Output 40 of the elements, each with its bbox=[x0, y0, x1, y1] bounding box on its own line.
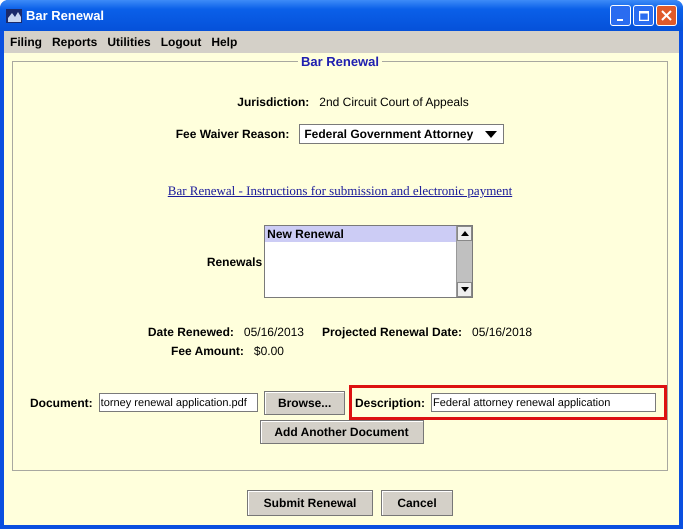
field-label: Date Renewed: bbox=[148, 325, 234, 339]
list-item[interactable]: New Renewal bbox=[265, 226, 456, 242]
dialog-button[interactable]: Submit Renewal bbox=[247, 490, 373, 516]
scroll-bar[interactable] bbox=[456, 226, 472, 297]
fee-waiver-dropdown[interactable]: Federal Government Attorney bbox=[299, 124, 504, 144]
field-value: 2nd Circuit Court of Appeals bbox=[319, 95, 469, 109]
instructions-link[interactable]: Bar Renewal - Instructions for submission and electronic payment bbox=[168, 183, 512, 199]
field-label: Renewals bbox=[206, 254, 262, 268]
field-value: 05/16/2018 bbox=[472, 325, 532, 339]
browse-button[interactable]: Browse... bbox=[264, 390, 345, 414]
down-arrow-icon bbox=[460, 287, 469, 292]
renewals-list[interactable]: New Renewal bbox=[264, 225, 474, 298]
close-button[interactable] bbox=[656, 5, 677, 26]
field-value: $0.00 bbox=[254, 344, 284, 358]
maximize-button[interactable] bbox=[633, 5, 654, 26]
up-arrow-icon bbox=[460, 231, 469, 236]
menu-item[interactable]: Logout bbox=[156, 35, 208, 49]
close-icon bbox=[661, 10, 672, 21]
maximize-icon bbox=[638, 10, 648, 20]
field-label: Fee Amount: bbox=[171, 344, 244, 358]
add-document-button[interactable]: Add Another Document bbox=[260, 420, 424, 444]
field-label: Document: bbox=[30, 396, 93, 410]
description-field[interactable]: Federal attorney renewal application bbox=[431, 393, 656, 412]
menu-item[interactable]: Filing bbox=[6, 35, 48, 49]
menu-item[interactable]: Utilities bbox=[103, 35, 157, 49]
field-label: Fee Waiver Reason: bbox=[176, 127, 290, 141]
caret-icon bbox=[485, 130, 498, 138]
dialog-button[interactable]: Cancel bbox=[381, 490, 453, 516]
panel-legend: Bar Renewal bbox=[298, 54, 382, 69]
document-field[interactable]: torney renewal application.pdf bbox=[98, 393, 258, 412]
field-label: Projected Renewal Date: bbox=[322, 325, 462, 339]
field-label: Description: bbox=[354, 396, 425, 410]
app-icon bbox=[6, 8, 22, 24]
minimize-icon bbox=[616, 18, 622, 20]
field-value: 05/16/2013 bbox=[244, 325, 304, 339]
field-label: Jurisdiction: bbox=[237, 95, 310, 109]
window-title: Bar Renewal bbox=[26, 8, 106, 23]
menu-item[interactable]: Reports bbox=[48, 35, 104, 49]
menu-item[interactable]: Help bbox=[207, 35, 244, 49]
minimize-button[interactable] bbox=[610, 5, 631, 26]
